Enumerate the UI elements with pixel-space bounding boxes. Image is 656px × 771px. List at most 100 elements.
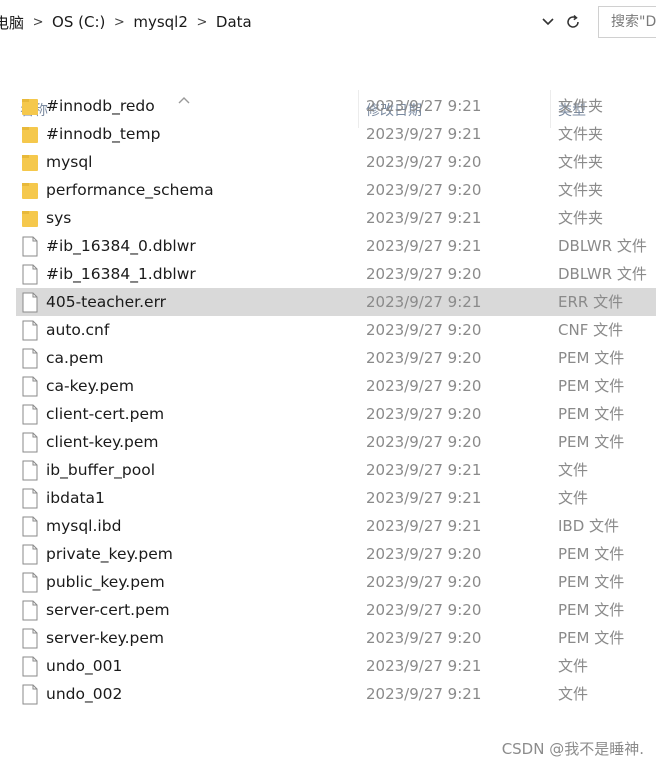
file-row[interactable]: auto.cnf 2023/9/27 9:20 CNF 文件 bbox=[16, 316, 656, 344]
file-row[interactable]: server-cert.pem 2023/9/27 9:20 PEM 文件 bbox=[16, 596, 656, 624]
file-type: DBLWR 文件 bbox=[558, 265, 647, 283]
file-row[interactable]: server-key.pem 2023/9/27 9:20 PEM 文件 bbox=[16, 624, 656, 652]
file-name: ibdata1 bbox=[46, 489, 105, 507]
file-date: 2023/9/27 9:21 bbox=[366, 237, 482, 255]
file-icon bbox=[21, 292, 39, 313]
file-name: client-cert.pem bbox=[46, 405, 165, 423]
file-type: 文件夹 bbox=[558, 209, 604, 227]
file-type: 文件夹 bbox=[558, 97, 604, 115]
file-row[interactable]: private_key.pem 2023/9/27 9:20 PEM 文件 bbox=[16, 540, 656, 568]
file-name: performance_schema bbox=[46, 181, 214, 199]
file-row[interactable]: #innodb_redo 2023/9/27 9:21 文件夹 bbox=[16, 92, 656, 120]
file-name: undo_001 bbox=[46, 657, 123, 675]
address-bar[interactable]: 电脑 > OS (C:) > mysql2 > Data 搜索"D bbox=[0, 0, 656, 44]
file-date: 2023/9/27 9:21 bbox=[366, 125, 482, 143]
file-icon bbox=[21, 236, 39, 257]
file-type: 文件 bbox=[558, 685, 589, 703]
file-type: 文件夹 bbox=[558, 153, 604, 171]
file-icon bbox=[21, 684, 39, 705]
file-type: ERR 文件 bbox=[558, 293, 624, 311]
file-row[interactable]: #ib_16384_0.dblwr 2023/9/27 9:21 DBLWR 文件 bbox=[16, 232, 656, 260]
file-name: #ib_16384_1.dblwr bbox=[46, 265, 196, 283]
file-row[interactable]: mysql 2023/9/27 9:20 文件夹 bbox=[16, 148, 656, 176]
file-row[interactable]: #ib_16384_1.dblwr 2023/9/27 9:20 DBLWR 文件 bbox=[16, 260, 656, 288]
file-name: #innodb_temp bbox=[46, 125, 161, 143]
file-type: PEM 文件 bbox=[558, 629, 625, 647]
file-icon bbox=[21, 376, 39, 397]
chevron-down-icon[interactable] bbox=[540, 12, 556, 32]
breadcrumb: 电脑 > OS (C:) > mysql2 > Data bbox=[0, 0, 540, 44]
chevron-right-icon[interactable]: > bbox=[24, 15, 52, 30]
file-row[interactable]: undo_001 2023/9/27 9:21 文件 bbox=[16, 652, 656, 680]
file-type: 文件夹 bbox=[558, 181, 604, 199]
folder-icon bbox=[21, 96, 39, 117]
file-type: PEM 文件 bbox=[558, 405, 625, 423]
file-row[interactable]: ca-key.pem 2023/9/27 9:20 PEM 文件 bbox=[16, 372, 656, 400]
file-row[interactable]: client-cert.pem 2023/9/27 9:20 PEM 文件 bbox=[16, 400, 656, 428]
column-header: 名称 修改日期 类型 bbox=[0, 44, 656, 128]
breadcrumb-item-drive[interactable]: OS (C:) bbox=[52, 13, 105, 31]
refresh-icon[interactable] bbox=[560, 10, 585, 34]
file-type: PEM 文件 bbox=[558, 545, 625, 563]
folder-icon bbox=[21, 124, 39, 145]
file-row[interactable]: ib_buffer_pool 2023/9/27 9:21 文件 bbox=[16, 456, 656, 484]
file-type: PEM 文件 bbox=[558, 377, 625, 395]
file-name: server-cert.pem bbox=[46, 601, 170, 619]
file-date: 2023/9/27 9:20 bbox=[366, 601, 482, 619]
file-row[interactable]: public_key.pem 2023/9/27 9:20 PEM 文件 bbox=[16, 568, 656, 596]
file-date: 2023/9/27 9:20 bbox=[366, 377, 482, 395]
chevron-right-icon[interactable]: > bbox=[188, 15, 216, 30]
breadcrumb-item-mysql2[interactable]: mysql2 bbox=[133, 13, 188, 31]
file-date: 2023/9/27 9:20 bbox=[366, 265, 482, 283]
file-date: 2023/9/27 9:21 bbox=[366, 685, 482, 703]
file-date: 2023/9/27 9:20 bbox=[366, 349, 482, 367]
file-icon bbox=[21, 348, 39, 369]
file-type: PEM 文件 bbox=[558, 433, 625, 451]
chevron-right-icon[interactable]: > bbox=[105, 15, 133, 30]
file-icon bbox=[21, 656, 39, 677]
watermark: CSDN @我不是睡神. bbox=[501, 740, 644, 758]
file-type: PEM 文件 bbox=[558, 601, 625, 619]
file-name: auto.cnf bbox=[46, 321, 110, 339]
file-date: 2023/9/27 9:21 bbox=[366, 209, 482, 227]
file-row[interactable]: ca.pem 2023/9/27 9:20 PEM 文件 bbox=[16, 344, 656, 372]
search-input[interactable]: 搜索"D bbox=[598, 6, 656, 38]
file-name: mysql.ibd bbox=[46, 517, 122, 535]
file-row[interactable]: sys 2023/9/27 9:21 文件夹 bbox=[16, 204, 656, 232]
breadcrumb-item-pc[interactable]: 电脑 bbox=[0, 12, 24, 33]
file-row[interactable]: client-key.pem 2023/9/27 9:20 PEM 文件 bbox=[16, 428, 656, 456]
file-type: PEM 文件 bbox=[558, 573, 625, 591]
file-name: ib_buffer_pool bbox=[46, 461, 156, 479]
file-type: 文件 bbox=[558, 489, 589, 507]
file-date: 2023/9/27 9:20 bbox=[366, 545, 482, 563]
file-icon bbox=[21, 320, 39, 341]
file-type: 文件夹 bbox=[558, 125, 604, 143]
file-row[interactable]: 405-teacher.err 2023/9/27 9:21 ERR 文件 bbox=[16, 288, 656, 316]
file-date: 2023/9/27 9:21 bbox=[366, 517, 482, 535]
file-name: sys bbox=[46, 209, 72, 227]
file-row[interactable]: undo_002 2023/9/27 9:21 文件 bbox=[16, 680, 656, 708]
file-name: undo_002 bbox=[46, 685, 123, 703]
file-name: ca.pem bbox=[46, 349, 104, 367]
folder-icon bbox=[21, 152, 39, 173]
file-row[interactable]: #innodb_temp 2023/9/27 9:21 文件夹 bbox=[16, 120, 656, 148]
file-date: 2023/9/27 9:21 bbox=[366, 461, 482, 479]
file-row[interactable]: performance_schema 2023/9/27 9:20 文件夹 bbox=[16, 176, 656, 204]
file-row[interactable]: ibdata1 2023/9/27 9:21 文件 bbox=[16, 484, 656, 512]
file-type: PEM 文件 bbox=[558, 349, 625, 367]
breadcrumb-item-data[interactable]: Data bbox=[216, 13, 252, 31]
file-name: server-key.pem bbox=[46, 629, 164, 647]
file-date: 2023/9/27 9:20 bbox=[366, 153, 482, 171]
file-type: 文件 bbox=[558, 657, 589, 675]
file-date: 2023/9/27 9:20 bbox=[366, 181, 482, 199]
file-name: 405-teacher.err bbox=[46, 293, 167, 311]
file-row[interactable]: mysql.ibd 2023/9/27 9:21 IBD 文件 bbox=[16, 512, 656, 540]
file-icon bbox=[21, 572, 39, 593]
file-icon bbox=[21, 264, 39, 285]
file-name: private_key.pem bbox=[46, 545, 173, 563]
file-date: 2023/9/27 9:21 bbox=[366, 97, 482, 115]
file-name: mysql bbox=[46, 153, 93, 171]
file-type: DBLWR 文件 bbox=[558, 237, 647, 255]
file-date: 2023/9/27 9:20 bbox=[366, 573, 482, 591]
file-type: CNF 文件 bbox=[558, 321, 624, 339]
